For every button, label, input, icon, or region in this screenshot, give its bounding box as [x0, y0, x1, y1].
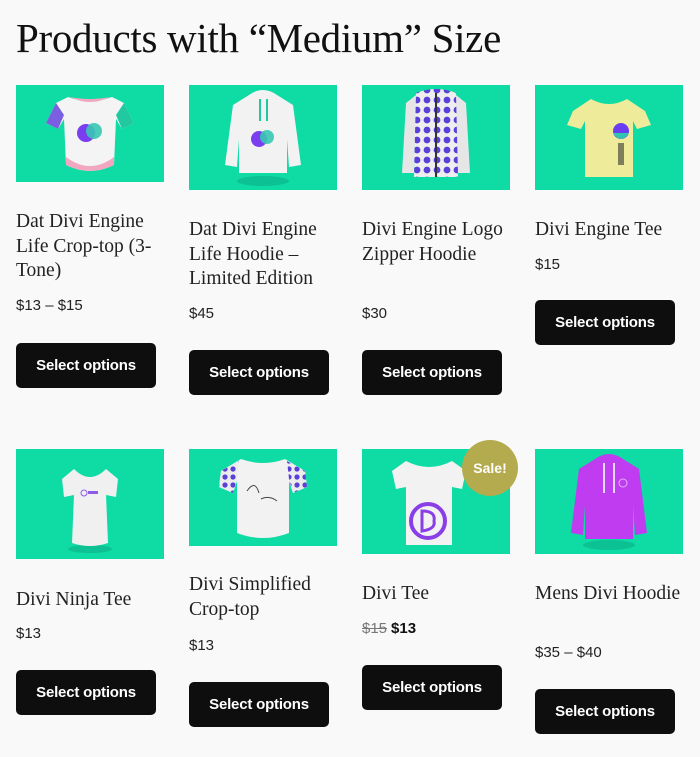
product-price: $45: [189, 305, 215, 322]
hoodie-icon: [225, 90, 301, 186]
page-title: Products with “Medium” Size: [16, 15, 501, 61]
product-image-yellow-tee[interactable]: [535, 85, 683, 190]
product-image-white-hoodie[interactable]: [189, 85, 337, 190]
product-price: $35 – $40: [535, 644, 602, 661]
vneck-tee-icon: [62, 469, 118, 553]
product-name[interactable]: Mens Divi Hoodie: [535, 582, 685, 607]
product-name[interactable]: Divi Engine Tee: [535, 218, 685, 243]
hoodie-icon: [571, 454, 647, 550]
sale-price: $13: [391, 620, 417, 637]
product-price: $30: [362, 305, 388, 322]
product-image-ninja-tee[interactable]: [16, 449, 164, 559]
select-options-button[interactable]: Select options: [189, 350, 329, 395]
product-name[interactable]: Dat Divi Engine Life Hoodie – Limited Ed…: [189, 218, 339, 292]
select-options-button[interactable]: Select options: [16, 343, 156, 388]
select-options-button[interactable]: Select options: [535, 300, 675, 345]
product-price: $13: [16, 625, 42, 642]
product-name[interactable]: Divi Tee: [362, 582, 512, 607]
product-image-purple-hoodie[interactable]: [535, 449, 683, 554]
product-price: $15: [535, 256, 561, 273]
product-image-zipper-hoodie[interactable]: [362, 85, 510, 190]
select-options-button[interactable]: Select options: [189, 682, 329, 727]
select-options-button[interactable]: Select options: [535, 689, 675, 734]
product-image-simplified-crop-top[interactable]: [189, 449, 337, 546]
select-options-button[interactable]: Select options: [16, 670, 156, 715]
product-name[interactable]: Divi Simplified Crop-top: [189, 573, 339, 622]
crop-top-shirt-icon: [46, 97, 134, 171]
product-price: $13 – $15: [16, 297, 83, 314]
product-image-crop-top[interactable]: [16, 85, 164, 182]
product-name[interactable]: Dat Divi Engine Life Crop-top (3-Tone): [16, 210, 166, 284]
zipper-hoodie-icon: [402, 89, 470, 177]
select-options-button[interactable]: Select options: [362, 665, 502, 710]
tee-shirt-icon: [567, 99, 651, 177]
product-price: $13: [189, 637, 215, 654]
product-price: $15 $13: [362, 620, 416, 637]
sale-badge: Sale!: [462, 440, 518, 496]
product-name[interactable]: Divi Ninja Tee: [16, 588, 166, 613]
product-name[interactable]: Divi Engine Logo Zipper Hoodie: [362, 218, 512, 267]
crop-top-shirt-icon: [219, 459, 307, 538]
select-options-button[interactable]: Select options: [362, 350, 502, 395]
original-price: $15: [362, 620, 388, 637]
